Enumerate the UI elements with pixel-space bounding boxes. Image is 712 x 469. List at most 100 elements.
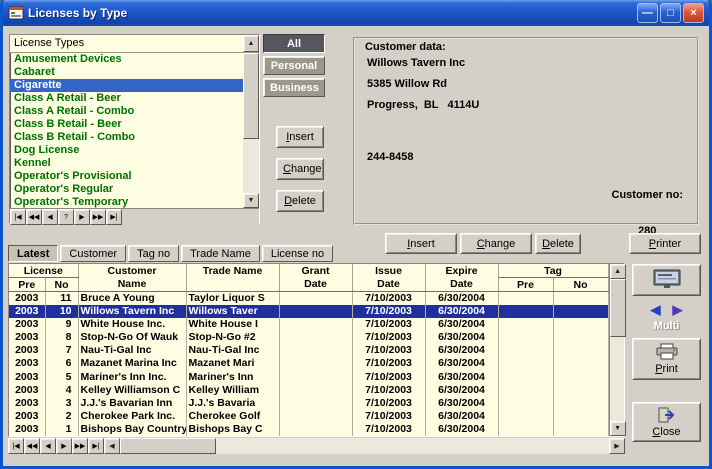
grid-row[interactable]: 2003 2 Cherokee Park Inc. Cherokee Golf … [9, 410, 608, 423]
cell-trade-name: Willows Taver [186, 305, 279, 318]
hscroll-right-button[interactable]: ▶ [609, 438, 625, 454]
grid-scrollbar[interactable]: ▲ ▼ [609, 264, 624, 436]
next-record-arrow-icon[interactable]: ▶ [673, 302, 683, 318]
col-subheader-name[interactable]: Name [78, 278, 186, 292]
license-type-item[interactable]: Kennel [10, 157, 243, 170]
grid-row[interactable]: 2003 11 Bruce A Young Taylor Liquor S 7/… [9, 292, 608, 306]
cell-grant-date [279, 423, 352, 436]
prev-record-arrow-icon[interactable]: ◀ [651, 302, 661, 318]
grid-nav-button[interactable]: ◀ [40, 438, 56, 454]
grid-nav-button[interactable]: |◀ [8, 438, 24, 454]
col-header-customer[interactable]: Customer [78, 264, 186, 278]
change-button[interactable]: Change [276, 158, 324, 180]
grid-scroll-up-button[interactable]: ▲ [610, 264, 626, 279]
col-header-license[interactable]: License [9, 264, 78, 278]
list-nav-button[interactable]: ? [58, 209, 74, 225]
col-subheader-tag-pre[interactable]: Pre [498, 278, 553, 292]
license-type-item[interactable]: Class A Retail - Combo [10, 105, 243, 118]
licenses-table: License Customer Trade Name Grant Issue … [9, 264, 609, 436]
list-nav-button[interactable]: ▶| [106, 209, 122, 225]
grid-insert-button[interactable]: Insert [385, 233, 457, 254]
close-button[interactable]: × [683, 3, 704, 23]
license-type-item[interactable]: Amusement Devices [10, 53, 243, 66]
grid-change-button[interactable]: Change [460, 233, 532, 254]
grid-nav-button[interactable]: ▶▶ [72, 438, 88, 454]
grid-scroll-down-button[interactable]: ▼ [610, 421, 626, 436]
list-scroll-up-button[interactable]: ▲ [243, 35, 259, 52]
license-type-item[interactable]: Cabaret [10, 66, 243, 79]
sort-tab[interactable]: License no [262, 245, 333, 262]
cell-grant-date [279, 292, 352, 306]
cell-issue-date: 7/10/2003 [352, 357, 425, 370]
license-type-item[interactable]: Class B Retail - Beer [10, 118, 243, 131]
cell-grant-date [279, 370, 352, 383]
grid-row[interactable]: 2003 8 Stop-N-Go Of Wauk Stop-N-Go #2 7/… [9, 331, 608, 344]
grid-row[interactable]: 2003 1 Bishops Bay Country Bishops Bay C… [9, 423, 608, 436]
close-window-button[interactable]: Close [632, 402, 701, 442]
grid-row[interactable]: 2003 5 Mariner's Inn Inc. Mariner's Inn … [9, 370, 608, 383]
sort-tab[interactable]: Customer [60, 245, 126, 262]
print-button[interactable]: Print [632, 338, 701, 380]
col-header-tag[interactable]: Tag [498, 264, 608, 278]
grid-delete-button[interactable]: Delete [535, 233, 581, 254]
cell-tag-no [553, 331, 608, 344]
maximize-button[interactable]: □ [660, 3, 681, 23]
list-nav-button[interactable]: |◀ [10, 209, 26, 225]
hscroll-track[interactable] [120, 438, 609, 454]
filter-button[interactable]: All [263, 34, 325, 53]
grid-row[interactable]: 2003 3 J.J.'s Bavarian Inn J.J.'s Bavari… [9, 397, 608, 410]
cell-license-no: 2 [45, 410, 78, 423]
list-nav-button[interactable]: ▶▶ [90, 209, 106, 225]
col-header-grant[interactable]: Grant [279, 264, 352, 278]
license-type-item[interactable]: Dog License [10, 144, 243, 157]
grid-nav-button[interactable]: ▶| [88, 438, 104, 454]
col-subheader-issue-date[interactable]: Date [352, 278, 425, 292]
grid-nav-button[interactable]: ▶ [56, 438, 72, 454]
list-scroll-down-button[interactable]: ▼ [243, 193, 259, 208]
license-types-sort-header[interactable]: License Types [10, 35, 243, 52]
filter-button[interactable]: Business [263, 78, 325, 97]
col-header-expire[interactable]: Expire [425, 264, 498, 278]
delete-button[interactable]: Delete [276, 190, 324, 212]
sort-tab[interactable]: Trade Name [181, 245, 260, 262]
license-types-listbox: License Types ▲ Amusement Devices Cabare… [9, 34, 260, 224]
license-type-item[interactable]: Class A Retail - Beer [10, 92, 243, 105]
col-subheader-tag-no[interactable]: No [553, 278, 608, 292]
grid-row[interactable]: 2003 4 Kelley Williamson C Kelley Willia… [9, 384, 608, 397]
grid-hscrollbar[interactable]: ◀ ▶ [104, 438, 625, 454]
grid-row[interactable]: 2003 10 Willows Tavern Inc Willows Taver… [9, 305, 608, 318]
license-type-item[interactable]: Cigarette [10, 79, 243, 92]
grid-row[interactable]: 2003 6 Mazanet Marina Inc Mazanet Mari 7… [9, 357, 608, 370]
printer-button[interactable]: Printer [629, 233, 701, 254]
grid-nav-button[interactable]: ◀◀ [24, 438, 40, 454]
grid-row[interactable]: 2003 7 Nau-Ti-Gal Inc Nau-Ti-Gal Inc 7/1… [9, 344, 608, 357]
hscroll-thumb[interactable] [120, 438, 216, 454]
license-type-item[interactable]: Operator's Regular [10, 183, 243, 196]
license-list-scroll-thumb[interactable] [243, 53, 259, 139]
insert-button[interactable]: Insert [276, 126, 324, 148]
col-header-issue[interactable]: Issue [352, 264, 425, 278]
sort-tab[interactable]: Tag no [128, 245, 179, 262]
license-type-item[interactable]: Operator's Provisional [10, 170, 243, 183]
preview-button[interactable] [632, 264, 701, 296]
col-subheader-pre[interactable]: Pre [9, 278, 45, 292]
col-subheader-grant-date[interactable]: Date [279, 278, 352, 292]
license-type-item[interactable]: Operator's Temporary [10, 196, 243, 208]
sort-tab[interactable]: Latest [8, 245, 58, 262]
col-subheader-expire-date[interactable]: Date [425, 278, 498, 292]
col-header-trade-name[interactable]: Trade Name [186, 264, 279, 278]
grid-row[interactable]: 2003 9 White House Inc. White House I 7/… [9, 318, 608, 331]
list-nav-button[interactable]: ◀◀ [26, 209, 42, 225]
license-type-item[interactable]: Class B Retail - Combo [10, 131, 243, 144]
hscroll-left-button[interactable]: ◀ [104, 438, 120, 454]
minimize-button[interactable]: — [637, 3, 658, 23]
filter-button[interactable]: Personal [263, 56, 325, 75]
grid-scroll-thumb[interactable] [610, 279, 626, 337]
license-list-scrollbar[interactable]: ▼ [243, 53, 259, 208]
cell-license-no: 7 [45, 344, 78, 357]
cell-tag-pre [498, 397, 553, 410]
list-nav-button[interactable]: ◀ [42, 209, 58, 225]
cell-trade-name: Cherokee Golf [186, 410, 279, 423]
col-subheader-no[interactable]: No [45, 278, 78, 292]
list-nav-button[interactable]: ▶ [74, 209, 90, 225]
